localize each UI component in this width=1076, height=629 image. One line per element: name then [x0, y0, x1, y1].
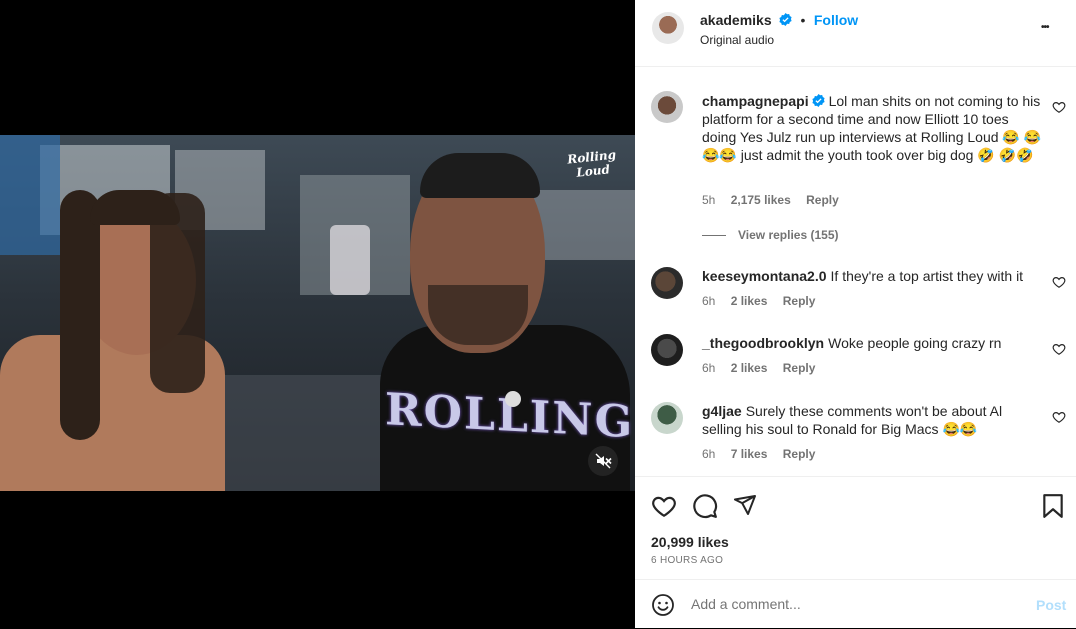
comment-body: _thegoodbrooklyn Woke people going crazy …: [702, 334, 1042, 352]
emoji-icon[interactable]: [651, 593, 675, 617]
scene-structure: [0, 135, 60, 255]
comment-likes[interactable]: 7 likes: [731, 447, 768, 461]
comment-meta: 6h 2 likes Reply: [702, 294, 827, 308]
header-dot: •: [800, 12, 806, 28]
commenter-avatar[interactable]: [651, 91, 683, 123]
person-left-hair: [60, 190, 100, 440]
comment: g4ljae Surely these comments won't be abo…: [635, 399, 1076, 469]
commenter-username[interactable]: g4ljae: [702, 403, 742, 419]
comment-time: 6h: [702, 294, 716, 308]
comment-time: 6h: [702, 447, 716, 461]
comment-like-icon[interactable]: [1052, 342, 1066, 356]
commenter-username[interactable]: _thegoodbrooklyn: [702, 335, 824, 351]
more-options-icon[interactable]: •••: [1041, 22, 1049, 33]
video-player[interactable]: ROLLING Rolling Loud: [0, 0, 635, 628]
person-left-hair: [90, 190, 180, 225]
share-icon[interactable]: [733, 493, 757, 517]
reply-button[interactable]: Reply: [783, 294, 816, 308]
comment-text: Surely these comments won't be about Al …: [702, 403, 1003, 437]
comment-likes[interactable]: 2 likes: [731, 294, 768, 308]
comment: champagnepapi Lol man shits on not coming…: [635, 89, 1076, 249]
comment-body: champagnepapi Lol man shits on not coming…: [702, 92, 1042, 164]
commenter-username[interactable]: champagnepapi: [702, 93, 809, 109]
original-audio-link[interactable]: Original audio: [700, 33, 774, 47]
comment-meta: 6h 7 likes Reply: [702, 447, 827, 461]
comment-body: keeseymontana2.0 If they're a top artist …: [702, 267, 1042, 285]
post-actions: 20,999 likes 6 HOURS AGO: [635, 476, 1076, 580]
comment-meta: 6h 2 likes Reply: [702, 361, 827, 375]
heart-icon[interactable]: [651, 493, 677, 519]
comment-time: 6h: [702, 361, 716, 375]
author-username[interactable]: akademiks: [700, 12, 772, 28]
comment-icon[interactable]: [692, 493, 718, 519]
reply-button[interactable]: Reply: [783, 361, 816, 375]
reply-button[interactable]: Reply: [783, 447, 816, 461]
post-timestamp[interactable]: 6 HOURS AGO: [651, 555, 723, 566]
commenter-avatar[interactable]: [651, 267, 683, 299]
comment-body: g4ljae Surely these comments won't be abo…: [702, 402, 1042, 438]
view-replies-label: View replies (155): [738, 228, 839, 242]
author-avatar[interactable]: [652, 12, 684, 44]
video-frame[interactable]: ROLLING Rolling Loud: [0, 135, 635, 491]
comment-composer: Post: [635, 579, 1076, 629]
comment: _thegoodbrooklyn Woke people going crazy …: [635, 331, 1076, 381]
comment: keeseymontana2.0 If they're a top artist …: [635, 264, 1076, 314]
post-side-panel: akademiks • Follow Original audio ••• ch…: [635, 0, 1076, 628]
mute-button[interactable]: [588, 446, 618, 476]
bookmark-icon[interactable]: [1042, 493, 1064, 519]
reply-button[interactable]: Reply: [806, 193, 839, 207]
comment-like-icon[interactable]: [1052, 410, 1066, 424]
verified-badge-icon: [779, 13, 792, 26]
post-comment-button[interactable]: Post: [1036, 597, 1066, 613]
view-replies-button[interactable]: View replies (155): [702, 228, 851, 242]
likes-count[interactable]: 20,999 likes: [651, 534, 729, 550]
comment-like-icon[interactable]: [1052, 100, 1066, 114]
commenter-avatar[interactable]: [651, 334, 683, 366]
scene-person: [330, 225, 370, 295]
person-right-hair: [420, 153, 540, 198]
comment-likes[interactable]: 2 likes: [731, 361, 768, 375]
replies-divider: [702, 235, 726, 237]
commenter-username[interactable]: keeseymontana2.0: [702, 268, 827, 284]
comment-meta: 5h 2,175 likes Reply: [702, 193, 851, 207]
speaker-muted-icon: [595, 453, 612, 469]
post-header: akademiks • Follow Original audio •••: [635, 0, 1076, 67]
comment-text: Woke people going crazy rn: [828, 335, 1002, 351]
commenter-avatar[interactable]: [651, 402, 683, 434]
author-row: akademiks • Follow: [700, 12, 858, 30]
verified-badge-icon: [812, 94, 825, 107]
comment-input[interactable]: [691, 593, 1011, 615]
shirt-pin: [505, 391, 521, 407]
shirt-text: ROLLING: [385, 384, 635, 449]
rolling-loud-watermark: Rolling Loud: [561, 147, 625, 193]
comment-time: 5h: [702, 193, 716, 207]
follow-button[interactable]: Follow: [814, 12, 858, 28]
comment-like-icon[interactable]: [1052, 275, 1066, 289]
comment-text: If they're a top artist they with it: [830, 268, 1024, 284]
person-right-beard: [428, 285, 528, 345]
comment-likes[interactable]: 2,175 likes: [731, 193, 791, 207]
